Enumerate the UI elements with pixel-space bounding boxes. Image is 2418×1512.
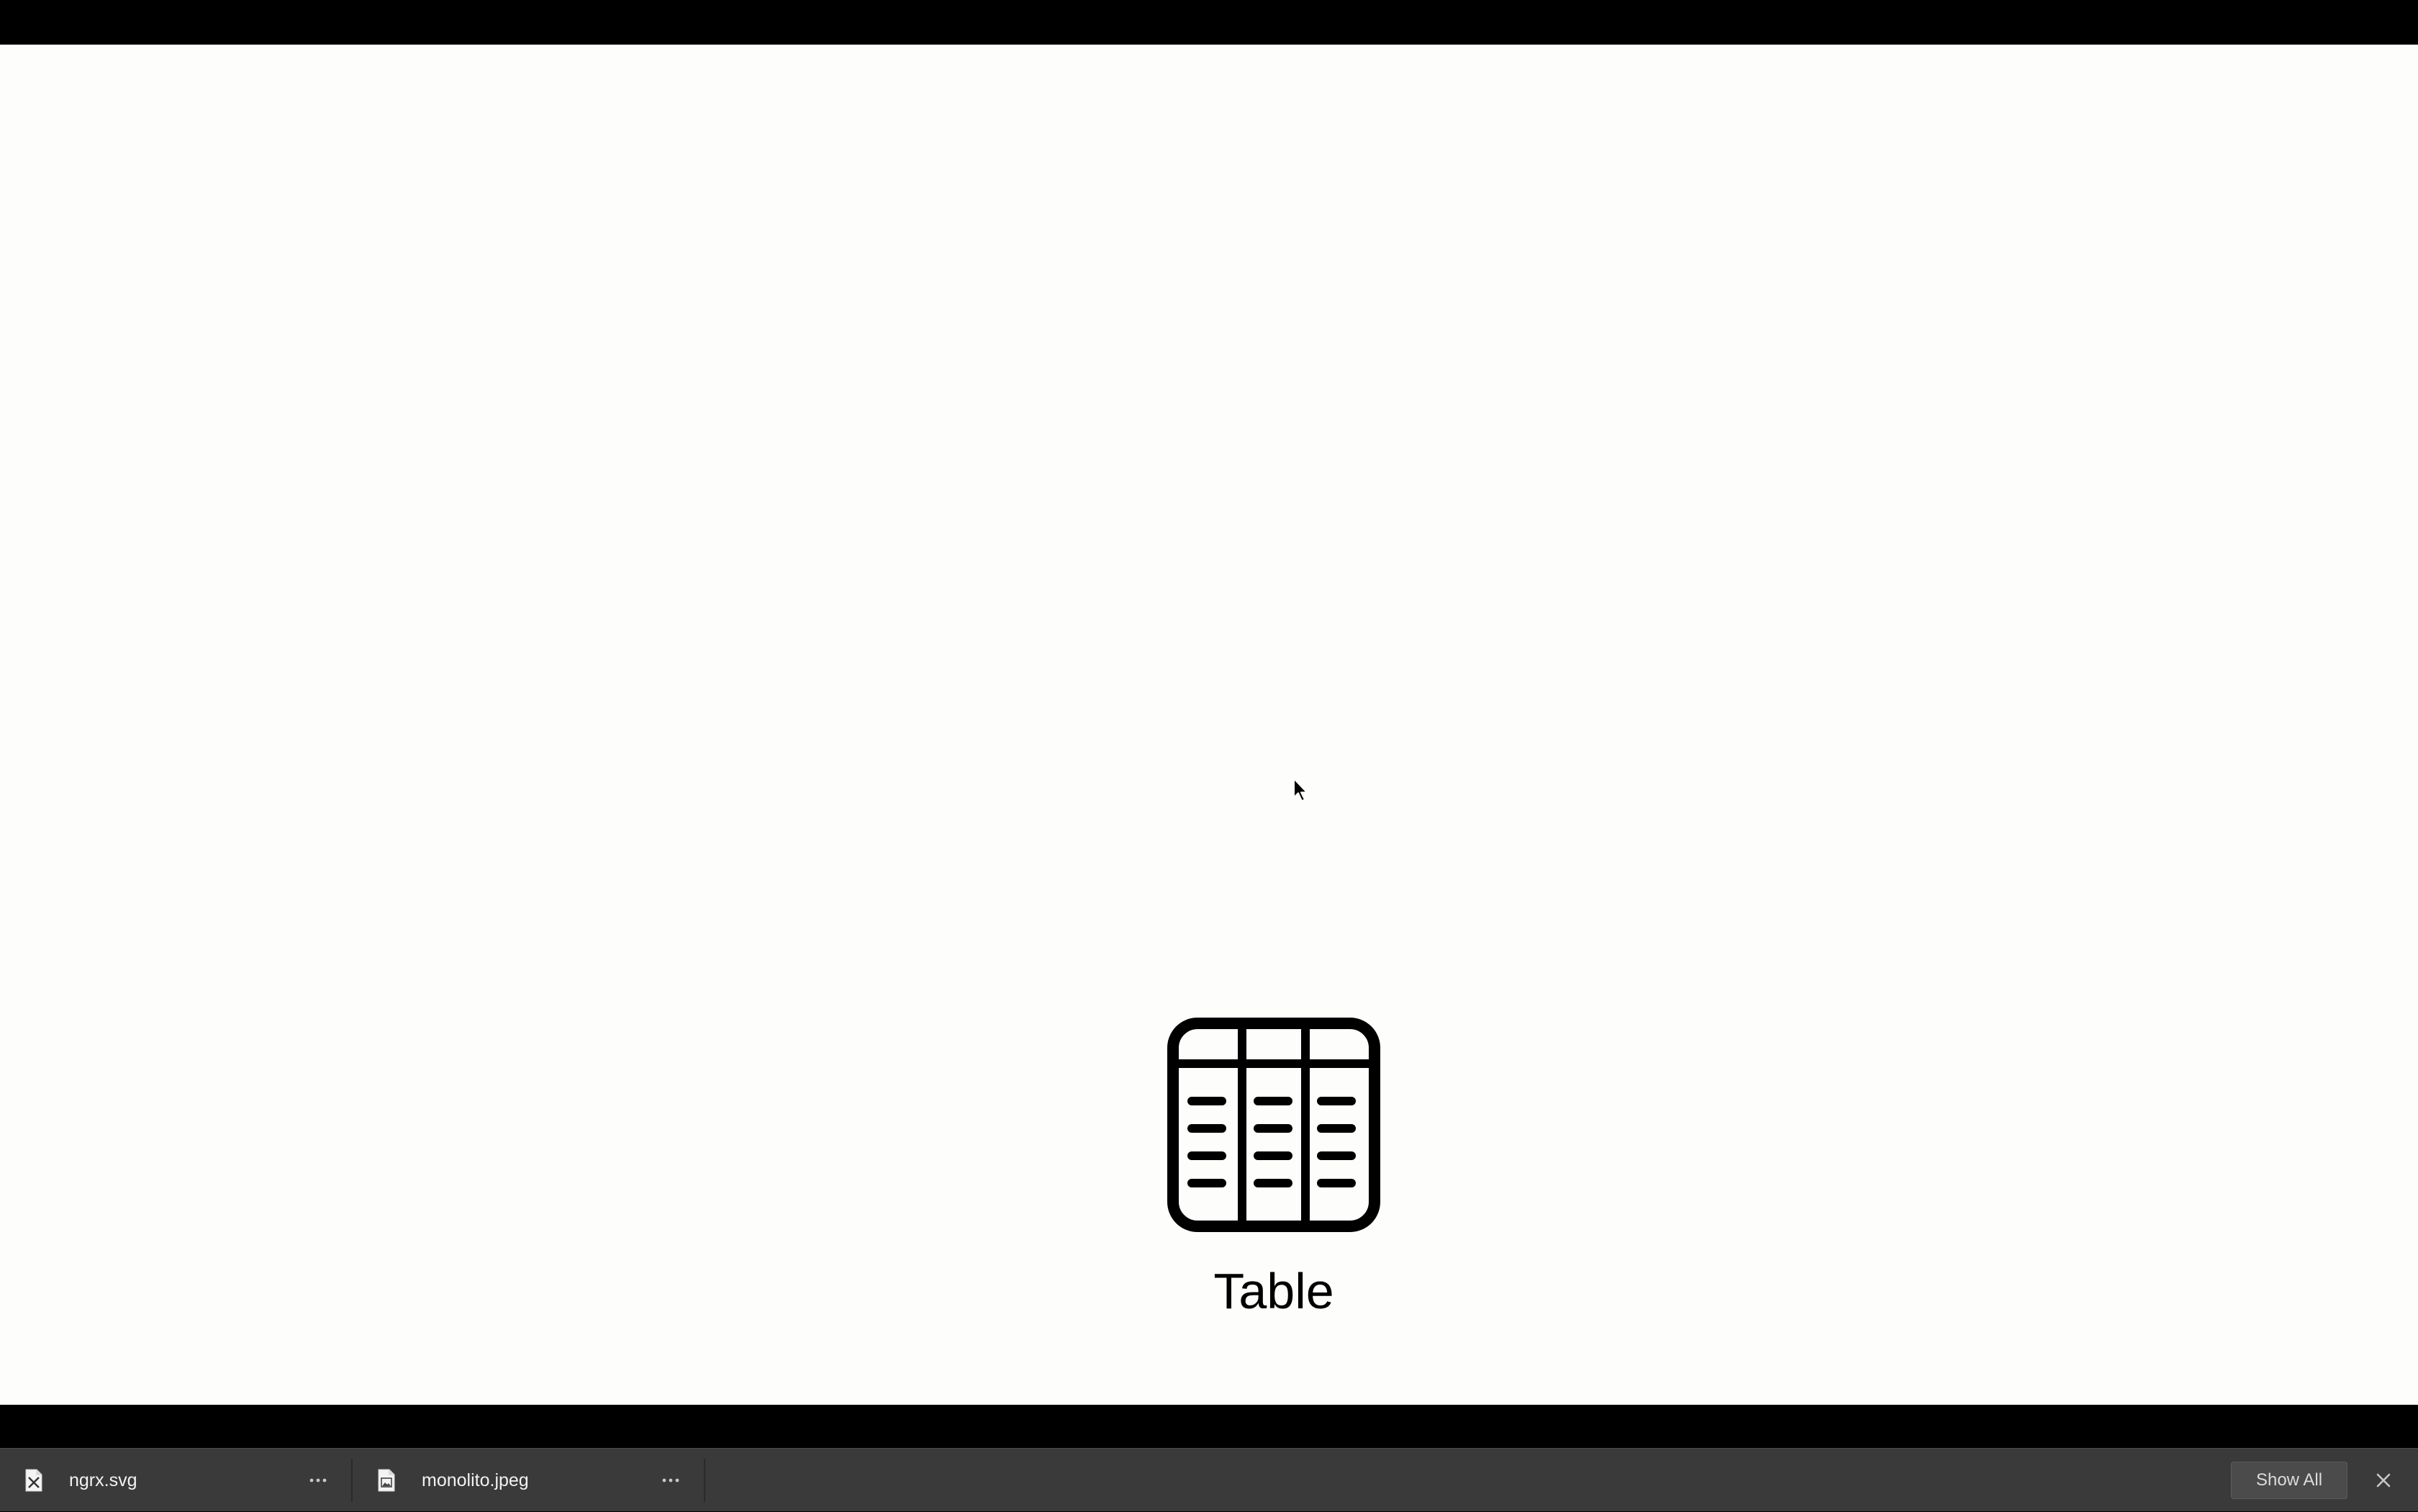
mouse-cursor-icon xyxy=(1293,778,1308,802)
show-all-button[interactable]: Show All xyxy=(2231,1462,2347,1499)
download-file-name: ngrx.svg xyxy=(69,1470,137,1490)
close-icon xyxy=(2376,1473,2391,1488)
image-file-icon xyxy=(378,1469,395,1492)
table-icon[interactable] xyxy=(1167,1018,1380,1232)
download-more-button[interactable] xyxy=(301,1467,335,1493)
download-item[interactable]: ngrx.svg xyxy=(0,1449,351,1512)
top-bar xyxy=(0,0,2418,45)
divider xyxy=(704,1459,705,1502)
close-downloads-button[interactable] xyxy=(2371,1467,2396,1493)
more-icon xyxy=(309,1478,327,1482)
table-label[interactable]: Table xyxy=(1130,1261,1418,1321)
downloads-bar: ngrx.svg monolito.jpeg Show All xyxy=(0,1448,2418,1511)
download-file-name: monolito.jpeg xyxy=(422,1470,529,1490)
bottom-strip xyxy=(0,1405,2418,1448)
more-icon xyxy=(662,1478,679,1482)
download-item[interactable]: monolito.jpeg xyxy=(353,1449,705,1512)
svg-file-icon xyxy=(25,1469,42,1492)
download-more-button[interactable] xyxy=(653,1467,688,1493)
